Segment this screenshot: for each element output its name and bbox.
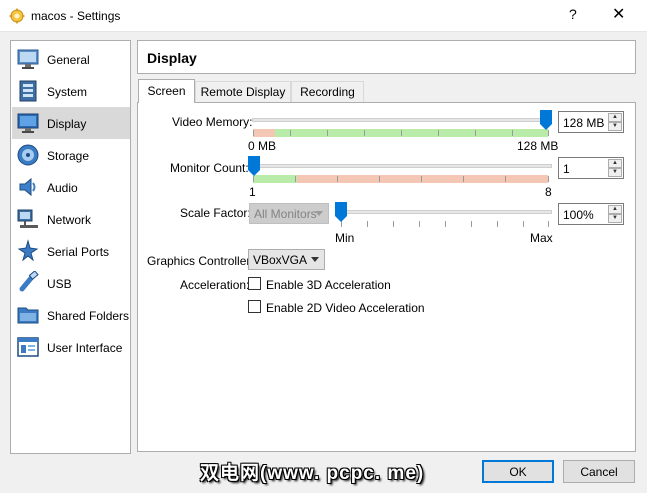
monitor-count-label: Monitor Count: [170,161,249,175]
settings-sidebar: General System Display Storage Audio Net… [10,40,131,454]
enable-3d-label[interactable]: Enable 3D Acceleration [266,278,391,292]
sidebar-item-display[interactable]: Display [12,107,130,139]
window-title: macos - Settings [31,9,121,23]
scale-factor-max-label: Max [530,231,553,245]
audio-icon [19,177,36,197]
close-button[interactable]: ✕ [612,4,625,24]
chevron-down-icon [315,211,323,216]
spin-down-icon[interactable]: ▼ [608,168,622,177]
cancel-button[interactable]: Cancel [563,460,635,483]
serial-ports-icon [17,239,39,262]
network-icon [17,209,38,228]
sidebar-item-label: USB [47,277,72,291]
video-memory-min-label: 0 MB [248,139,277,153]
monitor-count-ticks [253,176,549,182]
video-memory-ticks [253,130,549,136]
spin-down-icon[interactable]: ▼ [608,122,622,131]
sidebar-item-label: General [47,53,90,67]
spin-down-icon[interactable]: ▼ [608,214,622,223]
ok-button[interactable]: OK [482,460,554,483]
sidebar-item-usb[interactable]: USB [12,267,130,299]
sidebar-item-storage[interactable]: Storage [12,139,130,171]
general-icon [17,49,39,69]
graphics-controller-value: VBoxVGA [253,253,308,267]
enable-2d-checkbox[interactable] [248,300,261,313]
acceleration-label: Acceleration: [180,278,250,292]
sidebar-item-label: Storage [47,149,90,163]
help-button[interactable]: ? [569,6,577,22]
graphics-controller-label: Graphics Controller: [147,254,254,268]
scale-factor-ticks [341,221,549,227]
shared-folders-icon [17,307,39,324]
usb-icon [19,271,39,292]
scale-factor-monitor-select: All Monitors [249,203,329,224]
video-memory-label: Video Memory: [172,115,253,129]
screen-tab-panel [137,102,636,452]
enable-3d-checkbox[interactable] [248,277,261,290]
display-icon [17,113,39,133]
monitor-count-slider-thumb[interactable] [248,156,260,176]
scale-factor-value: 100% [563,208,594,222]
scale-factor-track [336,210,552,214]
monitor-count-min-label: 1 [249,185,256,199]
sidebar-item-label: Audio [47,181,78,195]
sidebar-item-shared-folders[interactable]: Shared Folders [12,299,130,331]
spin-up-icon[interactable]: ▲ [608,159,622,168]
sidebar-item-audio[interactable]: Audio [12,171,130,203]
video-memory-slider-thumb[interactable] [540,110,552,130]
sidebar-item-label: System [47,85,88,99]
sidebar-item-label: Shared Folders [47,309,130,323]
tab-remote-display[interactable]: Remote Display [195,81,291,102]
sidebar-item-system[interactable]: System [12,75,130,107]
scale-factor-spinbox[interactable]: 100% ▲ ▼ [558,203,624,225]
sidebar-item-label: Network [47,213,92,227]
video-memory-spinbox[interactable]: 128 MB ▲ ▼ [558,111,624,133]
sidebar-item-serial-ports[interactable]: Serial Ports [12,235,130,267]
system-icon [19,80,37,102]
scale-factor-monitor-value: All Monitors [254,207,317,221]
sidebar-item-network[interactable]: Network [12,203,130,235]
chevron-down-icon [311,257,319,262]
spin-up-icon[interactable]: ▲ [608,205,622,214]
user-interface-icon [17,337,39,357]
scale-factor-min-label: Min [335,231,355,245]
sidebar-item-user-interface[interactable]: User Interface [12,331,130,363]
monitor-count-track [252,164,552,168]
sidebar-item-label: Serial Ports [47,245,110,259]
sidebar-item-general[interactable]: General [12,43,130,75]
monitor-count-max-label: 8 [545,185,552,199]
monitor-count-spinbox[interactable]: 1 ▲ ▼ [558,157,624,179]
sidebar-item-label: Display [47,117,87,131]
page-title: Display [147,50,197,66]
tab-recording[interactable]: Recording [291,81,364,102]
video-memory-value: 128 MB [563,116,605,130]
graphics-controller-select[interactable]: VBoxVGA [248,249,325,270]
watermark-text: 双电网(www. pcpc. me) [200,463,425,484]
page-header: Display [137,40,636,74]
video-memory-track [252,118,552,122]
title-bar: macos - Settings ? ✕ [0,0,647,32]
scale-factor-slider-thumb[interactable] [335,202,347,222]
storage-icon [17,144,39,166]
sidebar-item-label: User Interface [47,341,123,355]
scale-factor-label: Scale Factor: [180,206,251,220]
app-icon [9,8,25,24]
enable-2d-label[interactable]: Enable 2D Video Acceleration [266,301,425,315]
spin-up-icon[interactable]: ▲ [608,113,622,122]
monitor-count-value: 1 [563,162,570,176]
video-memory-max-label: 128 MB [517,139,559,153]
tab-screen[interactable]: Screen [138,79,195,103]
